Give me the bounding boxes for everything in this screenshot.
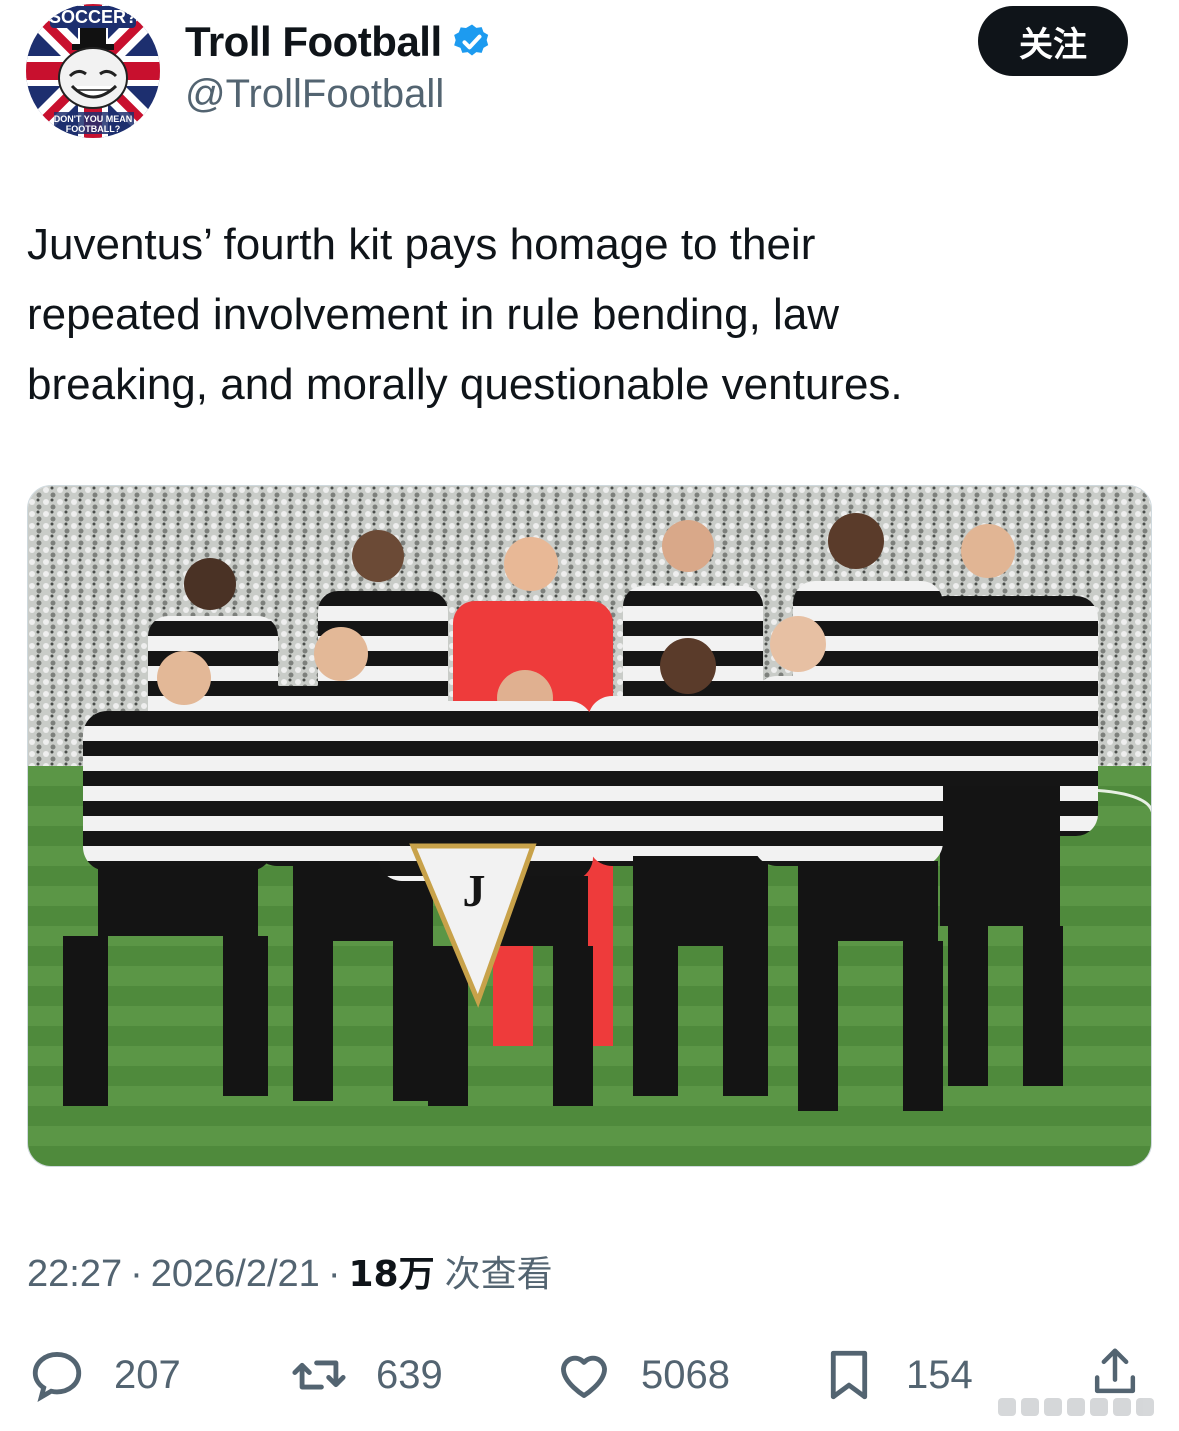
tweet-text: Juventus’ fourth kit pays homage to thei… xyxy=(27,210,1147,420)
meta-separator: · xyxy=(327,1253,341,1295)
avatar[interactable]: SOCCER? DON'T YOU MEAN FOOTBALL? xyxy=(26,4,160,138)
meta-separator: · xyxy=(130,1253,143,1295)
views-count: 18万 xyxy=(348,1254,435,1295)
retweet-button[interactable]: 639 xyxy=(290,1345,443,1405)
tweet-date[interactable]: 2026/2/21 xyxy=(151,1253,320,1296)
like-button[interactable]: 5068 xyxy=(555,1345,730,1405)
union-jack-troll-logo: SOCCER? DON'T YOU MEAN FOOTBALL? xyxy=(26,4,160,138)
bookmark-button[interactable]: 154 xyxy=(820,1345,973,1405)
like-icon xyxy=(561,1355,607,1398)
tweet-text-line: repeated involvement in rule bending, la… xyxy=(27,290,840,339)
reply-icon xyxy=(32,1352,82,1403)
tweet-time[interactable]: 22:27 xyxy=(27,1253,122,1296)
display-name-text[interactable]: Troll Football xyxy=(185,18,442,66)
bookmark-count: 154 xyxy=(906,1352,973,1397)
follow-button[interactable]: 关注 xyxy=(978,6,1128,76)
svg-text:J: J xyxy=(463,865,486,916)
tweet-text-line: breaking, and morally questionable ventu… xyxy=(27,360,903,409)
views-label: 次查看 xyxy=(444,1254,553,1295)
user-handle[interactable]: @TrollFootball xyxy=(185,72,444,117)
bookmark-icon xyxy=(830,1350,868,1400)
tweet-page: SOCCER? DON'T YOU MEAN FOOTBALL? Troll F… xyxy=(0,0,1179,1431)
team-photo-illustration: J xyxy=(28,486,1151,1166)
display-name[interactable]: Troll Football xyxy=(185,18,492,66)
watermark xyxy=(998,1394,1170,1420)
reply-button[interactable]: 207 xyxy=(28,1345,181,1405)
svg-text:SOCCER?: SOCCER? xyxy=(49,7,137,27)
retweet-count: 639 xyxy=(376,1352,443,1397)
tweet-photo[interactable]: J xyxy=(27,485,1152,1167)
tweet-meta: 22:27 · 2026/2/21 · 18万 次查看 xyxy=(27,1245,553,1297)
like-count: 5068 xyxy=(641,1352,730,1397)
svg-text:FOOTBALL?: FOOTBALL? xyxy=(66,124,121,134)
reply-count: 207 xyxy=(114,1352,181,1397)
svg-text:DON'T YOU MEAN: DON'T YOU MEAN xyxy=(54,114,132,124)
tweet-text-line: Juventus’ fourth kit pays homage to thei… xyxy=(27,220,816,269)
retweet-icon xyxy=(292,1360,346,1390)
verified-badge-icon xyxy=(453,24,488,56)
